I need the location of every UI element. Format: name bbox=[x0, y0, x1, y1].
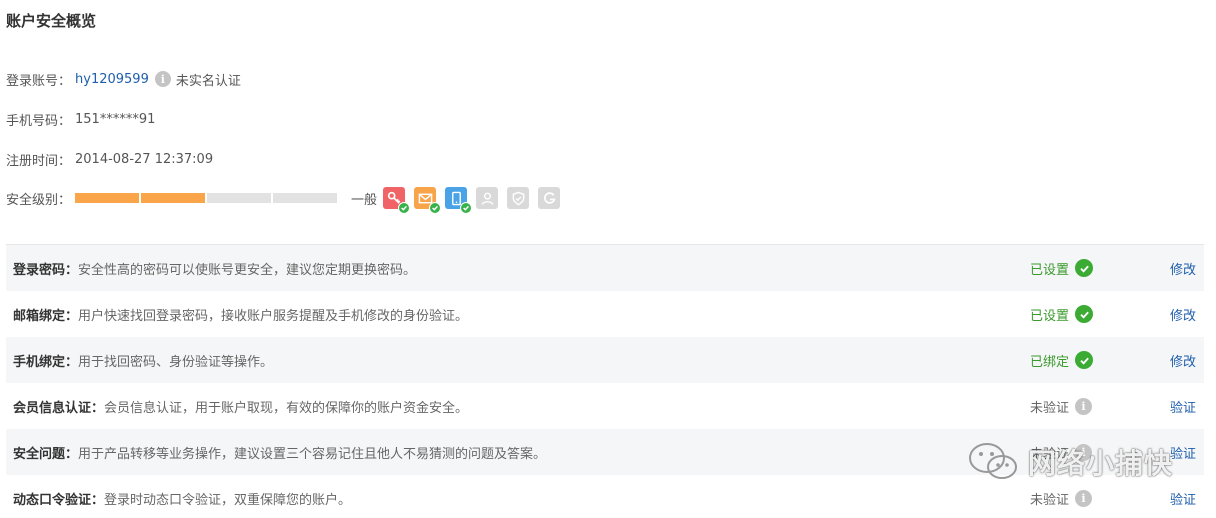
info-icon: i bbox=[1075, 489, 1093, 507]
verify-link[interactable]: 验证 bbox=[1170, 443, 1196, 462]
item-status-text: 未验证 bbox=[1030, 400, 1070, 416]
shield-icon bbox=[512, 191, 524, 205]
security-level-text: 一般 bbox=[351, 192, 378, 208]
item-status-text: 已设置 bbox=[1030, 262, 1070, 278]
item-description: 安全性高的密码可以使账号更安全，建议您定期更换密码。 bbox=[78, 262, 417, 278]
item-status: 未验证 i bbox=[1030, 443, 1093, 462]
item-description: 用于找回密码、身份验证等操作。 bbox=[78, 354, 274, 370]
item-title: 安全问题： bbox=[13, 446, 79, 462]
info-icon: i bbox=[1075, 443, 1093, 461]
realname-status: 未实名认证 bbox=[175, 73, 241, 89]
level-segment-filled bbox=[141, 193, 206, 203]
account-link[interactable]: hy1209599 bbox=[75, 72, 149, 87]
item-status: 未验证 i bbox=[1030, 489, 1093, 508]
security-item-row: 手机绑定： 用于找回密码、身份验证等操作。 已绑定 修改 bbox=[6, 337, 1204, 383]
item-title: 邮箱绑定： bbox=[13, 308, 79, 324]
item-status-text: 未验证 bbox=[1030, 492, 1070, 508]
modify-link[interactable]: 修改 bbox=[1170, 351, 1196, 370]
phone-badge[interactable] bbox=[445, 187, 473, 214]
item-status: 已绑定 bbox=[1030, 351, 1094, 370]
register-value: 2014-08-27 12:37:09 bbox=[75, 151, 214, 167]
verify-link[interactable]: 验证 bbox=[1170, 489, 1196, 508]
security-item-row: 安全问题： 用于产品转移等业务操作，建议设置三个容易记住且他人不易猜测的问题及答案… bbox=[6, 429, 1204, 475]
g-icon bbox=[543, 191, 556, 204]
security-items-table: 登录密码： 安全性高的密码可以使账号更安全，建议您定期更换密码。 已设置 修改 邮箱绑定… bbox=[6, 244, 1204, 518]
check-circle-icon bbox=[1075, 259, 1094, 277]
page-title: 账户安全概览 bbox=[6, 12, 97, 30]
security-item-row: 会员信息认证： 会员信息认证，用于账户取现，有效的保障你的账户资金安全。 未验证 i 验… bbox=[6, 383, 1204, 429]
security-level-row: 安全级别： 一般 bbox=[6, 187, 569, 214]
check-icon bbox=[398, 202, 411, 214]
info-icon[interactable]: i bbox=[154, 71, 171, 87]
key-badge[interactable] bbox=[383, 187, 411, 214]
item-title: 会员信息认证： bbox=[13, 400, 105, 416]
check-icon bbox=[429, 202, 442, 214]
item-description: 用户快速找回登录密码，接收账户服务提醒及手机修改的身份验证。 bbox=[78, 308, 469, 324]
item-description: 会员信息认证，用于账户取现，有效的保障你的账户资金安全。 bbox=[104, 400, 469, 416]
register-label: 注册时间： bbox=[6, 153, 72, 169]
modify-link[interactable]: 修改 bbox=[1170, 305, 1196, 324]
item-title: 动态口令验证： bbox=[13, 492, 105, 508]
item-title: 登录密码： bbox=[13, 262, 79, 278]
verify-link[interactable]: 验证 bbox=[1170, 397, 1196, 416]
user-icon bbox=[481, 192, 493, 205]
security-item-row: 登录密码： 安全性高的密码可以使账号更安全，建议您定期更换密码。 已设置 修改 bbox=[6, 245, 1204, 291]
mail-badge[interactable] bbox=[414, 187, 442, 214]
security-item-row: 动态口令验证： 登录时动态口令验证，双重保障您的账户。 未验证 i 验证 bbox=[6, 475, 1204, 518]
info-icon: i bbox=[1075, 397, 1093, 415]
item-status: 已设置 bbox=[1030, 305, 1094, 324]
g-badge[interactable] bbox=[538, 187, 561, 209]
item-status-text: 已绑定 bbox=[1030, 354, 1070, 370]
level-segment-empty bbox=[273, 193, 338, 203]
level-segment-empty bbox=[207, 193, 272, 203]
phone-row: 手机号码： 151******91 bbox=[6, 109, 155, 129]
check-circle-icon bbox=[1075, 305, 1094, 323]
security-level-bar bbox=[75, 193, 339, 203]
register-row: 注册时间： 2014-08-27 12:37:09 bbox=[6, 149, 213, 169]
check-circle-icon bbox=[1075, 351, 1094, 369]
phone-value: 151******91 bbox=[75, 111, 156, 127]
modify-link[interactable]: 修改 bbox=[1170, 259, 1196, 278]
phone-label: 手机号码： bbox=[6, 113, 72, 129]
security-level-label: 安全级别： bbox=[6, 192, 72, 208]
security-item-row: 邮箱绑定： 用户快速找回登录密码，接收账户服务提醒及手机修改的身份验证。 已设置 修改 bbox=[6, 291, 1204, 337]
check-icon bbox=[460, 202, 473, 214]
item-status-text: 未验证 bbox=[1030, 446, 1070, 462]
account-row: 登录账号： hy1209599 i 未实名认证 bbox=[6, 69, 241, 89]
security-badges bbox=[383, 187, 569, 214]
item-status: 未验证 i bbox=[1030, 397, 1093, 416]
item-status: 已设置 bbox=[1030, 259, 1094, 278]
item-status-text: 已设置 bbox=[1030, 308, 1070, 324]
user-badge[interactable] bbox=[476, 187, 499, 209]
item-description: 登录时动态口令验证，双重保障您的账户。 bbox=[104, 492, 352, 508]
account-label: 登录账号： bbox=[6, 73, 72, 89]
item-description: 用于产品转移等业务操作，建议设置三个容易记住且他人不易猜测的问题及答案。 bbox=[78, 446, 547, 462]
level-segment-filled bbox=[75, 193, 140, 203]
shield-badge[interactable] bbox=[507, 187, 530, 209]
item-title: 手机绑定： bbox=[13, 354, 79, 370]
